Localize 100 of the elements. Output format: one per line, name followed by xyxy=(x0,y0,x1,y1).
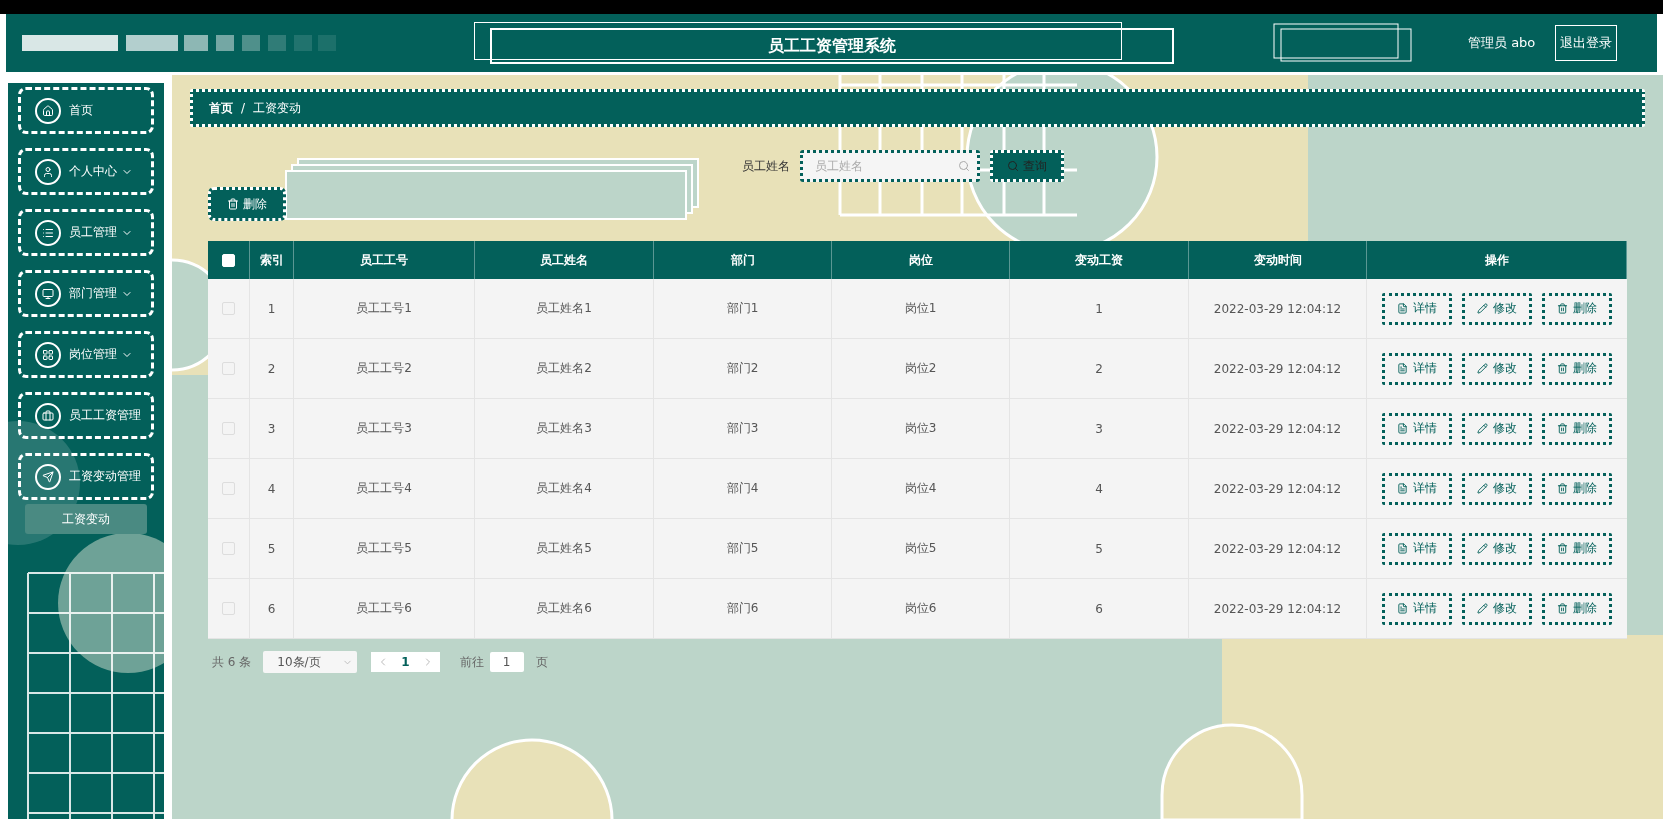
table-cell: 1 xyxy=(250,279,294,338)
table-cell: 岗位3 xyxy=(832,399,1010,458)
edit-button[interactable]: 修改 xyxy=(1462,592,1532,625)
breadcrumb-link[interactable]: 工资变动 xyxy=(253,99,302,117)
app-title: 员工工资管理系统 xyxy=(490,28,1174,64)
document-icon xyxy=(1397,363,1408,374)
table-cell: 5 xyxy=(250,519,294,578)
total-count: 共 6 条 xyxy=(212,653,252,671)
search-icon xyxy=(1007,160,1019,172)
sidebar-item[interactable]: 个人中心 xyxy=(18,148,154,195)
table-cell: 员工姓名2 xyxy=(475,339,654,398)
details-button[interactable]: 详情 xyxy=(1382,472,1452,505)
document-icon xyxy=(1397,603,1408,614)
table-cell: 2022-03-29 12:04:12 xyxy=(1189,519,1367,578)
table-cell: 员工姓名6 xyxy=(475,579,654,638)
sidebar-item[interactable]: 工资变动管理 xyxy=(18,453,154,500)
edit-button[interactable]: 修改 xyxy=(1462,532,1532,565)
pencil-icon xyxy=(1477,363,1488,374)
table-cell: 员工工号5 xyxy=(294,519,475,578)
table-cell: 3 xyxy=(250,399,294,458)
table-cell: 员工工号6 xyxy=(294,579,475,638)
table-cell: 5 xyxy=(1010,519,1189,578)
document-icon xyxy=(1397,483,1408,494)
page-number[interactable]: 1 xyxy=(401,655,410,669)
page-suffix: 页 xyxy=(535,653,548,671)
column-header: 变动时间 xyxy=(1189,241,1367,279)
table-cell: 岗位2 xyxy=(832,339,1010,398)
table-cell: 2 xyxy=(1010,339,1189,398)
table-cell: 3 xyxy=(1010,399,1189,458)
search-label: 员工姓名 xyxy=(742,157,790,175)
details-button[interactable]: 详情 xyxy=(1382,532,1452,565)
goto-label: 前往 xyxy=(459,653,484,671)
pencil-icon xyxy=(1477,483,1488,494)
sidebar-item[interactable]: 部门管理 xyxy=(18,270,154,317)
edit-button[interactable]: 修改 xyxy=(1462,472,1532,505)
table-cell: 4 xyxy=(250,459,294,518)
breadcrumb-separator: / xyxy=(241,101,246,115)
sidebar-item[interactable]: 员工工资管理 xyxy=(18,392,154,439)
delete-button[interactable]: 删除 xyxy=(1542,592,1612,625)
table-cell: 部门3 xyxy=(654,399,832,458)
logout-link[interactable]: 退出登录 xyxy=(1555,25,1618,61)
table-cell: 员工工号2 xyxy=(294,339,475,398)
breadcrumb-link[interactable]: 首页 xyxy=(209,99,233,117)
details-button[interactable]: 详情 xyxy=(1382,292,1452,325)
column-header: 员工工号 xyxy=(294,241,475,279)
table-cell: 1 xyxy=(1010,279,1189,338)
delete-button[interactable]: 删除 xyxy=(1542,532,1612,565)
delete-button[interactable]: 删除 xyxy=(1542,352,1612,385)
submenu-item[interactable]: 工资变动 xyxy=(25,504,147,534)
column-header: 索引 xyxy=(250,241,294,279)
table-cell: 2022-03-29 12:04:12 xyxy=(1189,459,1367,518)
delete-button[interactable]: 删除 xyxy=(1542,412,1612,445)
table-cell: 部门6 xyxy=(654,579,832,638)
column-header: 岗位 xyxy=(832,241,1010,279)
sidebar-item[interactable]: 首页 xyxy=(18,87,154,134)
page-size-select[interactable]: 10条/页 xyxy=(263,651,358,673)
trash-icon xyxy=(1557,603,1568,614)
edit-button[interactable]: 修改 xyxy=(1462,412,1532,445)
user-name: 管理员 abo xyxy=(1468,34,1536,52)
table-cell: 2022-03-29 12:04:12 xyxy=(1189,339,1367,398)
search-icon xyxy=(958,160,970,172)
edit-button[interactable]: 修改 xyxy=(1462,352,1532,385)
trash-icon xyxy=(1557,303,1568,314)
trash-icon xyxy=(1557,423,1568,434)
table-cell: 2022-03-29 12:04:12 xyxy=(1189,279,1367,338)
table-cell: 2022-03-29 12:04:12 xyxy=(1189,399,1367,458)
search-field[interactable]: 员工姓名 xyxy=(800,150,980,182)
table-cell: 部门2 xyxy=(654,339,832,398)
trash-icon xyxy=(1557,543,1568,554)
table-cell: 员工工号4 xyxy=(294,459,475,518)
details-button[interactable]: 详情 xyxy=(1382,352,1452,385)
goto-page-field[interactable]: 1 xyxy=(489,652,524,672)
table-cell: 岗位1 xyxy=(832,279,1010,338)
table-cell: 2022-03-29 12:04:12 xyxy=(1189,579,1367,638)
details-button[interactable]: 详情 xyxy=(1382,592,1452,625)
column-header: 部门 xyxy=(654,241,832,279)
table-cell: 4 xyxy=(1010,459,1189,518)
trash-icon xyxy=(1557,363,1568,374)
sidebar-item[interactable]: 员工管理 xyxy=(18,209,154,256)
table-cell: 员工姓名1 xyxy=(475,279,654,338)
table-cell: 6 xyxy=(1010,579,1189,638)
table-cell: 岗位6 xyxy=(832,579,1010,638)
table-cell: 员工姓名5 xyxy=(475,519,654,578)
select-all-checkbox[interactable] xyxy=(222,253,235,267)
document-icon xyxy=(1397,303,1408,314)
details-button[interactable]: 详情 xyxy=(1382,412,1452,445)
table-cell: 员工工号1 xyxy=(294,279,475,338)
table-cell: 岗位4 xyxy=(832,459,1010,518)
delete-button[interactable]: 删除 xyxy=(208,187,286,221)
edit-button[interactable]: 修改 xyxy=(1462,292,1532,325)
delete-button[interactable]: 删除 xyxy=(1542,292,1612,325)
table-cell: 员工姓名4 xyxy=(475,459,654,518)
sidebar-item[interactable]: 岗位管理 xyxy=(18,331,154,378)
table-cell: 岗位5 xyxy=(832,519,1010,578)
pencil-icon xyxy=(1477,423,1488,434)
delete-button[interactable]: 删除 xyxy=(1542,472,1612,505)
table-cell: 2 xyxy=(250,339,294,398)
table-cell: 6 xyxy=(250,579,294,638)
table-cell: 员工工号3 xyxy=(294,399,475,458)
pencil-icon xyxy=(1477,303,1488,314)
